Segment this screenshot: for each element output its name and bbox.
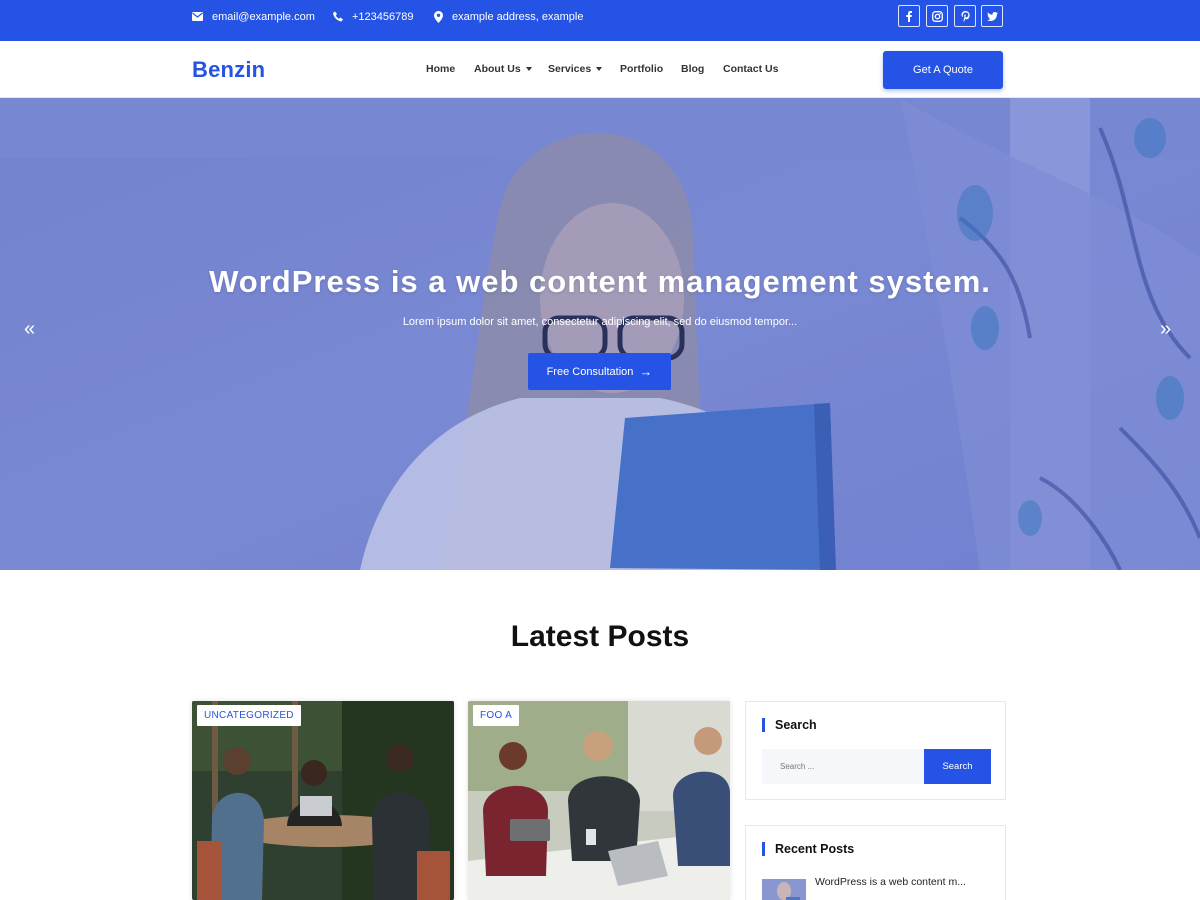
search-button[interactable]: Search: [924, 749, 991, 784]
facebook-link[interactable]: [898, 5, 920, 27]
free-consultation-label: Free Consultation: [546, 365, 634, 378]
instagram-icon: [931, 10, 943, 22]
hero-slider: « » WordPress is a web content managemen…: [0, 98, 1200, 570]
nav-about-us[interactable]: About Us: [474, 63, 532, 75]
free-consultation-button[interactable]: Free Consultation →: [528, 353, 671, 390]
post-category-badge[interactable]: UNCATEGORIZED: [197, 705, 301, 726]
envelope-icon: [192, 12, 203, 21]
recent-posts-widget: Recent Posts WordPress is a web content …: [745, 825, 1006, 900]
nav-contact-us[interactable]: Contact Us: [723, 63, 778, 75]
site-logo[interactable]: Benzin: [192, 57, 265, 83]
latest-posts-title: Latest Posts: [510, 620, 690, 653]
map-marker-icon: [434, 10, 443, 23]
address-contact: example address, example: [434, 0, 583, 33]
caret-down-icon: [525, 67, 532, 71]
post-card[interactable]: FOO A: [468, 701, 730, 900]
nav-services[interactable]: Services: [548, 63, 603, 75]
search-input[interactable]: [762, 749, 924, 784]
nav-about-us-label: About Us: [474, 63, 521, 75]
pinterest-icon: [961, 10, 970, 22]
nav-contact-us-label: Contact Us: [723, 63, 779, 75]
twitter-icon: [986, 11, 998, 21]
nav-home-label: Home: [426, 63, 456, 75]
arrow-right-icon: →: [639, 364, 653, 379]
post-category-badge[interactable]: FOO A: [473, 705, 520, 726]
email-text: email@example.com: [212, 10, 315, 23]
nav-services-label: Services: [548, 63, 592, 75]
phone-contact[interactable]: +123456789: [333, 0, 413, 33]
recent-post-thumbnail[interactable]: [762, 879, 806, 900]
caret-down-icon: [596, 67, 603, 71]
top-bar: email@example.com +123456789 example add…: [0, 0, 1200, 41]
address-text: example address, example: [452, 10, 584, 23]
get-a-quote-button[interactable]: Get A Quote: [883, 51, 1003, 89]
nav-portfolio[interactable]: Portfolio: [620, 63, 663, 75]
post-card[interactable]: UNCATEGORIZED: [192, 701, 454, 900]
nav-portfolio-label: Portfolio: [620, 63, 664, 75]
post-thumbnail: [468, 701, 730, 900]
pinterest-link[interactable]: [954, 5, 976, 27]
facebook-icon: [906, 10, 912, 22]
twitter-link[interactable]: [981, 5, 1003, 27]
post-thumbnail: [192, 701, 454, 900]
nav-home[interactable]: Home: [426, 63, 455, 75]
hero-title: WordPress is a web content management sy…: [209, 264, 991, 299]
recent-post-link[interactable]: WordPress is a web content m...: [815, 876, 966, 888]
recent-posts-title: Recent Posts: [762, 842, 854, 856]
hero-subtitle: Lorem ipsum dolor sit amet, consectetur …: [402, 316, 798, 328]
recent-post-image: [762, 879, 806, 900]
phone-icon: [333, 11, 343, 22]
instagram-link[interactable]: [926, 5, 948, 27]
search-widget: Search Search: [745, 701, 1006, 800]
search-widget-title: Search: [762, 718, 817, 732]
site-header: Benzin Home About Us Services Portfolio …: [0, 41, 1200, 98]
phone-text: +123456789: [352, 10, 414, 23]
nav-blog-label: Blog: [681, 63, 705, 75]
email-contact[interactable]: email@example.com: [192, 0, 315, 33]
hero-background-image: [0, 98, 1200, 570]
nav-blog[interactable]: Blog: [681, 63, 704, 75]
